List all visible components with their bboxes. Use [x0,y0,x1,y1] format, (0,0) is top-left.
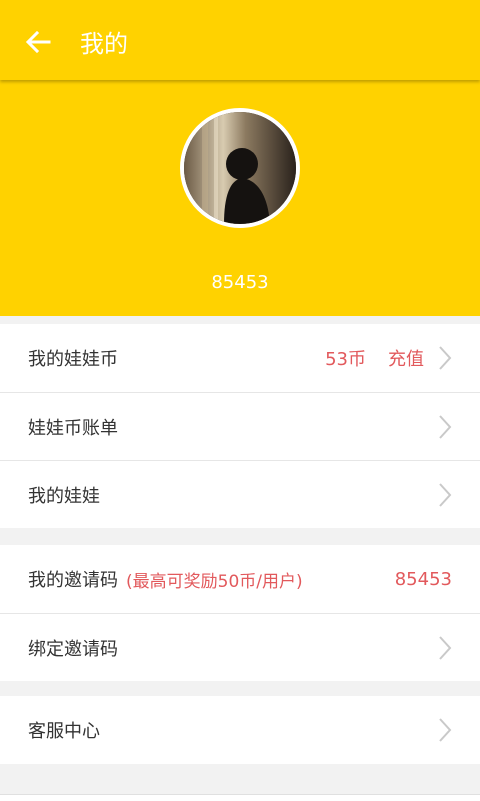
coin-balance: 53币 [325,349,366,370]
top-app-bar: 我的 [0,0,480,80]
invite-reward-note: (最高可奖励50币/用户) [126,571,303,592]
avatar[interactable] [180,108,300,228]
chevron-right-icon [438,634,452,662]
row-coin-bill[interactable]: 娃娃币账单 [0,392,480,460]
back-arrow-icon [25,30,51,54]
user-id: 85453 [211,272,269,293]
row-my-coins[interactable]: 我的娃娃币 53币 充值 [0,324,480,392]
row-customer-service[interactable]: 客服中心 [0,696,480,764]
row-label: 娃娃币账单 [28,417,118,439]
row-label: 我的娃娃币 [28,349,118,370]
invite-code-value: 85453 [394,568,452,590]
page-title: 我的 [80,30,128,58]
menu-group-support: 客服中心 [0,696,480,764]
row-label: 绑定邀请码 [28,638,118,660]
row-my-dolls[interactable]: 我的娃娃 [0,460,480,528]
chevron-right-icon [438,344,452,372]
row-label: 客服中心 [28,721,100,742]
chevron-right-icon [438,481,452,509]
back-button[interactable] [18,26,58,58]
profile-header: 85453 [0,80,480,316]
menu-group-invite: 我的邀请码 (最高可奖励50币/用户) 85453 绑定邀请码 [0,545,480,681]
avatar-image [184,112,296,224]
row-bind-invite-code[interactable]: 绑定邀请码 [0,613,480,681]
recharge-button[interactable]: 充值 [388,345,424,371]
chevron-right-icon [438,716,452,744]
row-label: 我的邀请码 [28,570,118,591]
row-my-invite-code[interactable]: 我的邀请码 (最高可奖励50币/用户) 85453 [0,545,480,613]
row-label: 我的娃娃 [28,485,100,507]
menu-group-coins: 我的娃娃币 53币 充值 娃娃币账单 我的娃娃 [0,324,480,528]
chevron-right-icon [438,413,452,441]
